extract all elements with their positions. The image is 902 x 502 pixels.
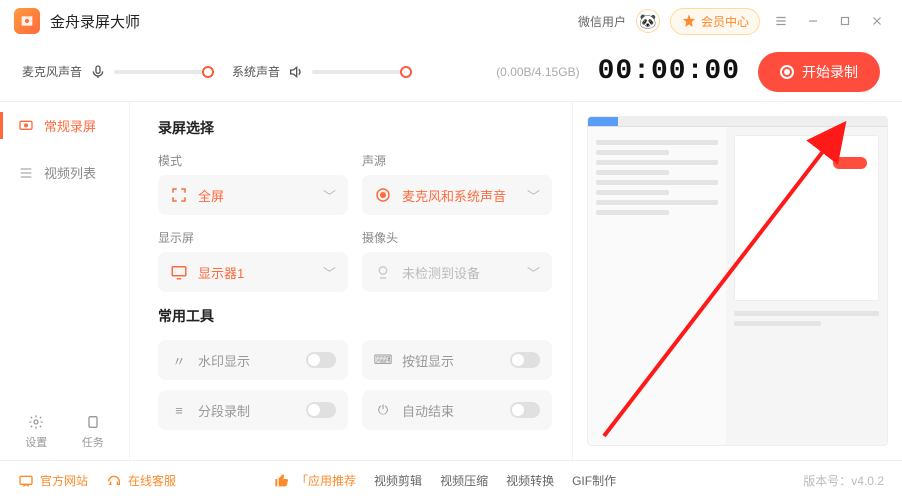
section-recording-options: 录屏选择	[158, 118, 552, 138]
settings-button[interactable]: 设置	[10, 414, 63, 450]
footer-link-compress[interactable]: 视频压缩	[440, 472, 488, 489]
storage-info: (0.00B/4.15GB)	[496, 65, 579, 79]
camera-label: 摄像头	[362, 229, 552, 246]
sidebar-item-record[interactable]: 常规录屏	[0, 102, 129, 149]
footer-support[interactable]: 在线客服	[106, 472, 176, 489]
menu-button[interactable]	[770, 10, 792, 32]
user-avatar[interactable]: 🐼	[636, 9, 660, 33]
keyboard-icon: ⌨	[374, 351, 392, 369]
footer-recommend[interactable]: 「应用推荐	[274, 472, 356, 489]
app-logo	[14, 8, 40, 34]
tasks-button[interactable]: 任务	[67, 414, 120, 450]
button-display-toggle[interactable]	[510, 352, 540, 368]
tool-segment: ≡ 分段录制	[158, 390, 348, 430]
sidebar-item-label: 常规录屏	[44, 116, 96, 135]
camera-value: 未检测到设备	[402, 263, 480, 282]
display-value: 显示器1	[198, 263, 244, 282]
version-label: 版本号：v4.0.2	[803, 472, 884, 489]
video-list-icon	[18, 165, 34, 181]
fullscreen-icon	[170, 186, 188, 204]
start-recording-button[interactable]: 开始录制	[758, 52, 880, 92]
chat-icon	[18, 473, 34, 489]
power-icon: ⏻	[374, 401, 392, 419]
maximize-button[interactable]	[834, 10, 856, 32]
record-screen-icon	[18, 118, 34, 134]
chevron-down-icon: ﹀	[527, 263, 540, 282]
footer-website[interactable]: 官方网站	[18, 472, 88, 489]
audio-value: 麦克风和系统声音	[402, 186, 506, 205]
app-title: 金舟录屏大师	[50, 11, 140, 32]
close-button[interactable]	[866, 10, 888, 32]
system-audio-label: 系统声音	[232, 63, 280, 80]
tool-button-display: ⌨ 按钮显示	[362, 340, 552, 380]
mic-volume-slider[interactable]	[114, 70, 214, 74]
mode-label: 模式	[158, 152, 348, 169]
audio-source-label: 声源	[362, 152, 552, 169]
footer-link-convert[interactable]: 视频转换	[506, 472, 554, 489]
segment-toggle[interactable]	[306, 402, 336, 418]
display-select[interactable]: 显示器1 ﹀	[158, 252, 348, 292]
start-label: 开始录制	[802, 62, 858, 82]
auto-end-toggle[interactable]	[510, 402, 540, 418]
section-tools: 常用工具	[158, 306, 552, 326]
speaker-icon	[288, 64, 304, 80]
record-icon	[780, 65, 794, 79]
headset-icon	[106, 473, 122, 489]
minimize-button[interactable]	[802, 10, 824, 32]
vip-label: 会员中心	[701, 13, 749, 30]
wechat-user-label: 微信用户	[578, 13, 626, 30]
display-label: 显示屏	[158, 229, 348, 246]
camera-select[interactable]: 未检测到设备 ﹀	[362, 252, 552, 292]
tool-watermark: 〃 水印显示	[158, 340, 348, 380]
audio-source-select[interactable]: 麦克风和系统声音 ﹀	[362, 175, 552, 215]
watermark-toggle[interactable]	[306, 352, 336, 368]
mic-icon	[90, 64, 106, 80]
gear-icon	[28, 414, 44, 430]
preview-thumbnail	[587, 116, 888, 446]
sidebar-item-label: 视频列表	[44, 163, 96, 182]
recording-timer: 00:00:00	[598, 56, 740, 87]
camera-icon	[374, 263, 392, 281]
sidebar-item-videos[interactable]: 视频列表	[0, 149, 129, 196]
chevron-down-icon: ﹀	[323, 186, 336, 205]
audio-icon	[374, 186, 392, 204]
chevron-down-icon: ﹀	[527, 186, 540, 205]
vip-center-button[interactable]: 会员中心	[670, 8, 760, 35]
mic-label: 麦克风声音	[22, 63, 82, 80]
monitor-icon	[170, 263, 188, 281]
mode-select[interactable]: 全屏 ﹀	[158, 175, 348, 215]
tool-auto-end: ⏻ 自动结束	[362, 390, 552, 430]
system-volume-slider[interactable]	[312, 70, 412, 74]
segment-icon: ≡	[170, 401, 188, 419]
clipboard-icon	[85, 414, 101, 430]
footer-link-edit[interactable]: 视频剪辑	[374, 472, 422, 489]
mode-value: 全屏	[198, 186, 224, 205]
watermark-icon: 〃	[170, 351, 188, 369]
chevron-down-icon: ﹀	[323, 263, 336, 282]
thumbs-up-icon	[274, 473, 290, 489]
footer-link-gif[interactable]: GIF制作	[572, 472, 616, 489]
